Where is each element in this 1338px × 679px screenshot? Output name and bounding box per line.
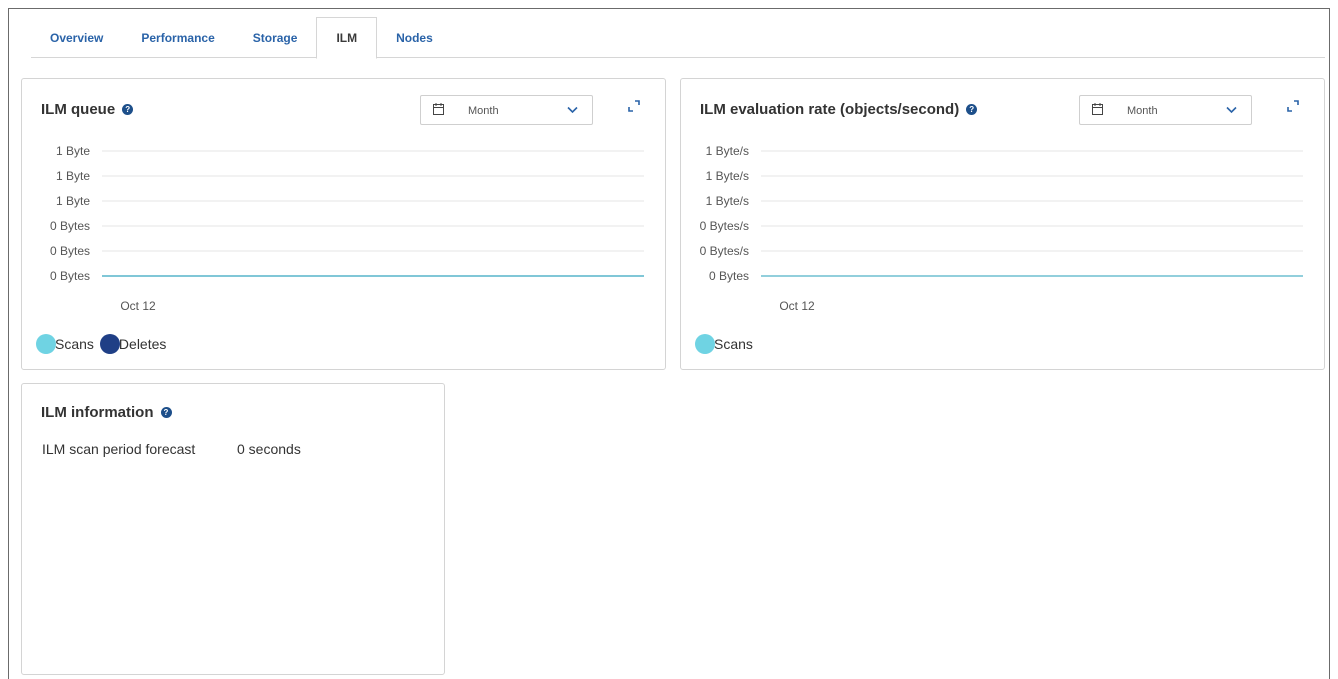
ilm-queue-chart-svg: 1 Byte1 Byte1 Byte0 Bytes0 Bytes0 Bytes … bbox=[50, 144, 644, 313]
ilm-evaluation-chart-svg: 1 Byte/s 1 Byte/s 1 Byte/s 0 Bytes/s 0 Bytes… bbox=[700, 144, 1303, 313]
y-tick-label: 1 Byte bbox=[56, 144, 90, 158]
ilm-evaluation-chart: 1 Byte/s 1 Byte/s 1 Byte/s 0 Bytes/s 0 Bytes… bbox=[681, 139, 1326, 319]
tab-bar: Overview Performance Storage ILM Nodes bbox=[31, 17, 1325, 59]
legend-item-scans[interactable]: Scans bbox=[36, 334, 94, 354]
ilm-evaluation-period-value: Month bbox=[1127, 105, 1158, 117]
ilm-scan-period-value: 0 seconds bbox=[237, 441, 301, 457]
legend-label-deletes: Deletes bbox=[118, 336, 167, 352]
x-tick-label: Oct 12 bbox=[779, 299, 815, 313]
y-tick-label: 1 Byte bbox=[56, 194, 90, 208]
question-circle-icon[interactable]: ? bbox=[966, 104, 978, 115]
y-tick-label: 0 Bytes bbox=[50, 219, 90, 233]
y-tick-label: 0 Bytes/s bbox=[700, 244, 749, 258]
tab-nodes[interactable]: Nodes bbox=[377, 17, 452, 58]
y-tick-label: 0 Bytes bbox=[50, 269, 90, 283]
tab-overview[interactable]: Overview bbox=[31, 17, 122, 58]
tab-storage[interactable]: Storage bbox=[234, 17, 317, 58]
legend-swatch-scans bbox=[695, 334, 715, 354]
ilm-queue-title-wrap: ILM queue ? bbox=[41, 101, 134, 118]
legend-swatch-deletes bbox=[99, 334, 120, 354]
tab-performance[interactable]: Performance bbox=[122, 17, 233, 58]
ilm-scan-period-row: ILM scan period forecast 0 seconds bbox=[42, 441, 301, 457]
y-tick-label: 0 Bytes/s bbox=[700, 219, 749, 233]
x-tick-label: Oct 12 bbox=[120, 299, 156, 313]
ilm-evaluation-period-select[interactable]: Month bbox=[1079, 95, 1252, 125]
y-tick-label: 1 Byte/s bbox=[706, 194, 749, 208]
ilm-information-title: ILM information bbox=[41, 404, 154, 421]
expand-icon[interactable] bbox=[628, 100, 640, 112]
y-tick-label: 1 Byte/s bbox=[706, 169, 749, 183]
ilm-information-card: ILM information ? ILM scan period foreca… bbox=[21, 383, 445, 675]
calendar-icon bbox=[433, 103, 444, 115]
ilm-evaluation-legend: Scans bbox=[695, 334, 759, 354]
expand-icon[interactable] bbox=[1287, 100, 1299, 112]
ilm-queue-period-value: Month bbox=[468, 105, 499, 117]
y-tick-label: 1 Byte/s bbox=[706, 144, 749, 158]
legend-label-scans: Scans bbox=[55, 336, 94, 352]
question-circle-icon[interactable]: ? bbox=[160, 407, 172, 418]
ilm-queue-chart: 1 Byte 1 Byte 1 Byte 0 Bytes 0 Bytes 0 Bytes … bbox=[22, 139, 667, 319]
question-circle-icon[interactable]: ? bbox=[122, 104, 134, 115]
ilm-evaluation-title: ILM evaluation rate (objects/second) bbox=[700, 101, 960, 118]
ilm-queue-period-select[interactable]: Month bbox=[420, 95, 593, 125]
legend-item-deletes[interactable]: Deletes bbox=[99, 334, 167, 354]
ilm-queue-card: ILM queue ? Month 1 Byte 1 Byte 1 Byte 0 By… bbox=[21, 78, 666, 370]
y-tick-label: 0 Bytes bbox=[709, 269, 749, 283]
ilm-evaluation-rate-card: ILM evaluation rate (objects/second) ? M… bbox=[680, 78, 1325, 370]
legend-label-scans: Scans bbox=[714, 336, 753, 352]
calendar-icon bbox=[1092, 103, 1103, 115]
ilm-information-title-wrap: ILM information ? bbox=[41, 404, 172, 421]
y-tick-label: 0 Bytes bbox=[50, 244, 90, 258]
ilm-evaluation-title-wrap: ILM evaluation rate (objects/second) ? bbox=[700, 101, 978, 118]
tab-ilm[interactable]: ILM bbox=[316, 17, 378, 59]
ilm-queue-title: ILM queue bbox=[41, 101, 116, 118]
chevron-down-icon bbox=[567, 106, 578, 114]
legend-item-scans[interactable]: Scans bbox=[695, 334, 753, 354]
chevron-down-icon bbox=[1226, 106, 1237, 114]
y-tick-label: 1 Byte bbox=[56, 169, 90, 183]
ilm-scan-period-label: ILM scan period forecast bbox=[42, 441, 196, 457]
legend-swatch-scans bbox=[36, 334, 56, 354]
ilm-queue-legend: Scans Deletes bbox=[36, 334, 172, 354]
